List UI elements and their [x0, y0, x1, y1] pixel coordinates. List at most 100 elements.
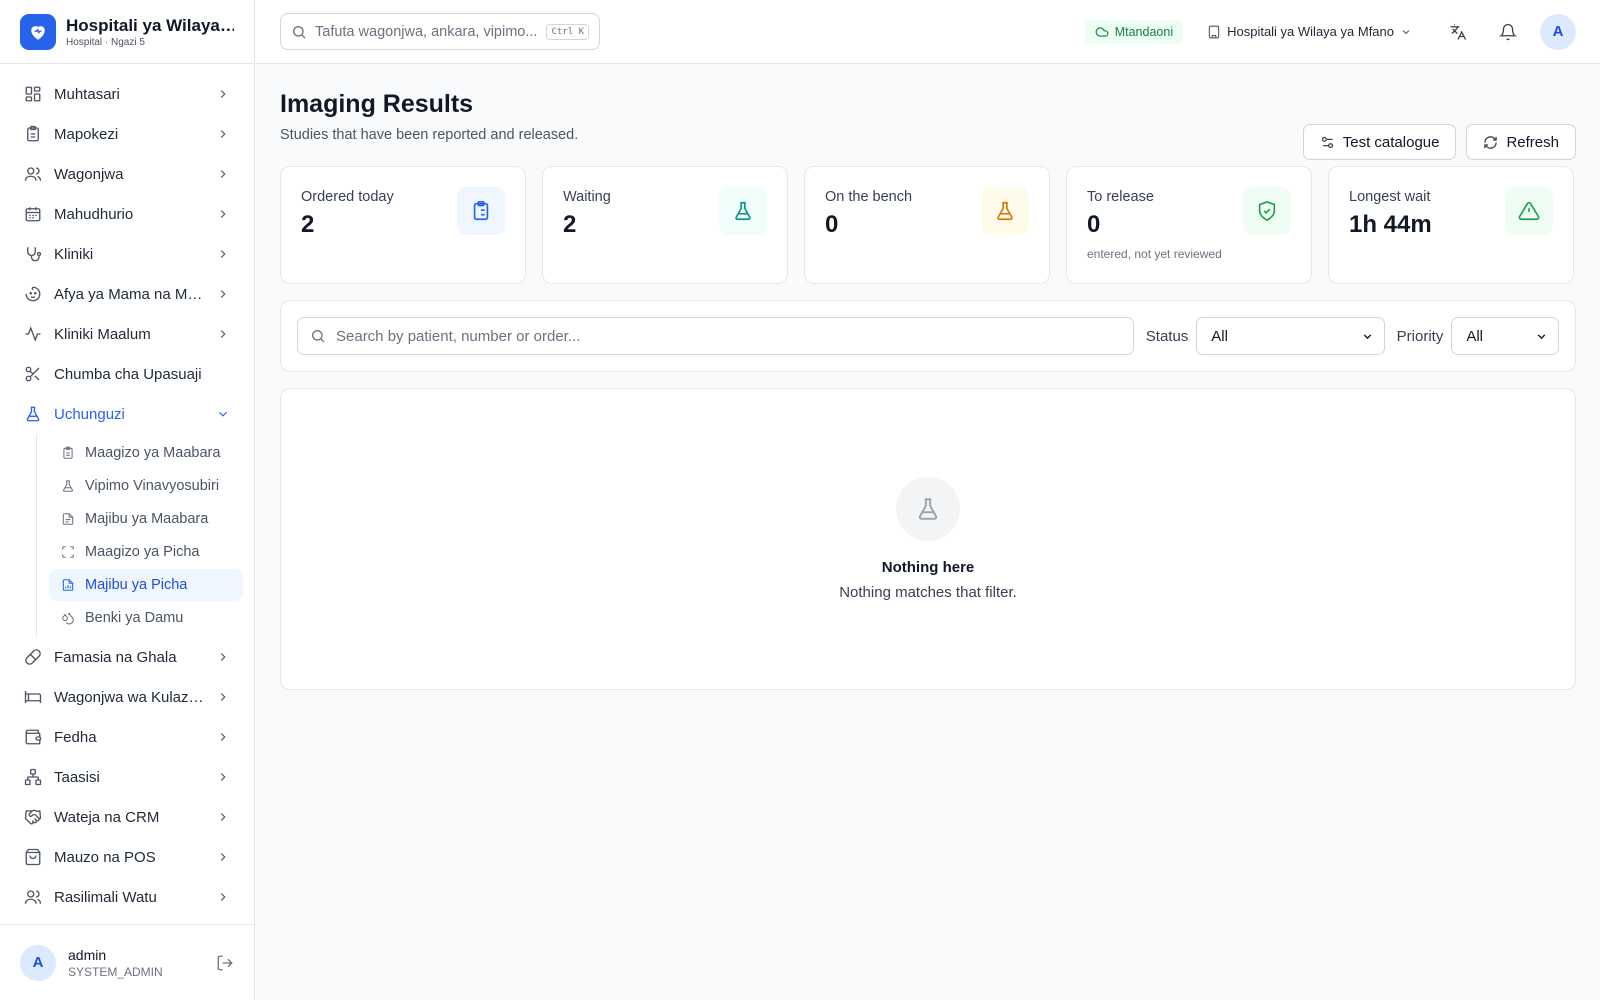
subnav-item-benki-ya-damu[interactable]: Benki ya Damu	[49, 602, 243, 634]
priority-filter-value: All	[1466, 327, 1483, 345]
sidebar-item-label: Wagonjwa wa Kulazwa	[54, 688, 204, 706]
file-icon	[62, 513, 74, 525]
priority-filter-select[interactable]: All	[1451, 317, 1559, 355]
online-status-label: Mtandaoni	[1114, 24, 1174, 39]
sidebar-item-mapokezi[interactable]: Mapokezi	[0, 114, 254, 154]
page-subtitle: Studies that have been reported and rele…	[280, 127, 579, 143]
subnav-item-label: Majibu ya Picha	[85, 577, 188, 593]
empty-state-message: Nothing matches that filter.	[839, 584, 1017, 601]
subnav-item-label: Maagizo ya Picha	[85, 544, 200, 560]
sidebar-item-label: Chumba cha Upasuaji	[54, 365, 202, 383]
subnav-item-label: Benki ya Damu	[85, 610, 184, 626]
results-search-input[interactable]	[336, 327, 1121, 345]
sidebar-item-label: Kliniki Maalum	[54, 325, 151, 343]
test-catalogue-label: Test catalogue	[1342, 133, 1440, 151]
sidebar-item-label: Uchunguzi	[54, 405, 125, 423]
empty-state-title: Nothing here	[881, 559, 975, 576]
bed-icon	[24, 691, 42, 703]
sidebar-item-afya-ya-mama[interactable]: Afya ya Mama na Mtoto	[0, 274, 254, 314]
sidebar-item-label: Kliniki	[54, 245, 94, 263]
users-icon	[24, 890, 42, 904]
sidebar-item-wagonjwa-wa-kulazwa[interactable]: Wagonjwa wa Kulazwa	[0, 677, 254, 717]
sidebar-item-label: Mauzo na POS	[54, 848, 156, 866]
refresh-label: Refresh	[1506, 133, 1559, 151]
search-shortcut: Ctrl K	[546, 23, 589, 40]
chevron-right-icon	[220, 853, 226, 861]
sidebar-item-mauzo-na-pos[interactable]: Mauzo na POS	[0, 837, 254, 877]
stat-card-on-the-bench: On the bench 0	[804, 166, 1050, 284]
users-icon	[24, 167, 42, 181]
sidebar-item-label: Mapokezi	[54, 125, 119, 143]
sidebar-item-uchunguzi[interactable]: Uchunguzi	[0, 394, 254, 434]
chevron-right-icon	[220, 210, 226, 218]
chevron-down-icon	[1402, 29, 1410, 34]
flask-icon	[719, 187, 767, 235]
subnav-item-majibu-ya-maabara[interactable]: Majibu ya Maabara	[49, 503, 243, 535]
sidebar-item-taasisi[interactable]: Taasisi	[0, 757, 254, 797]
network-icon	[24, 768, 42, 786]
chevron-right-icon	[220, 893, 226, 901]
stethoscope-icon	[27, 247, 42, 262]
user-profile: A admin SYSTEM_ADMIN	[0, 924, 254, 1000]
pill-icon	[25, 649, 41, 665]
stat-card-ordered-today: Ordered today 2	[280, 166, 526, 284]
uchunguzi-subnav: Maagizo ya Maabara Vipimo Vinavyosubiri …	[36, 434, 254, 637]
subnav-item-maagizo-ya-picha[interactable]: Maagizo ya Picha	[49, 536, 243, 568]
subnav-item-majibu-ya-picha[interactable]: Majibu ya Picha	[49, 569, 243, 601]
user-menu-avatar[interactable]: A	[1540, 13, 1576, 50]
facility-name: Hospitali ya Wilaya ya Mfano	[1227, 24, 1394, 39]
droplet-icon	[62, 612, 74, 625]
global-search[interactable]: Tafuta wagonjwa, ankara, vipimo... Ctrl …	[280, 13, 600, 50]
facility-selector[interactable]: Hospitali ya Wilaya ya Mfano	[1207, 24, 1412, 39]
stat-note: entered, not yet reviewed	[1087, 247, 1222, 261]
flask-icon	[896, 477, 960, 541]
stat-cards: Ordered today 2 Waiting 2 On the bench 0…	[280, 166, 1576, 284]
subnav-item-maagizo-ya-maabara[interactable]: Maagizo ya Maabara	[49, 437, 243, 469]
brand-title: Hospitali ya Wilaya ya Mfano	[66, 15, 234, 35]
page-header: Imaging Results Studies that have been r…	[280, 64, 1576, 164]
sidebar-item-famasia[interactable]: Famasia na Ghala	[0, 637, 254, 677]
subnav-item-label: Maagizo ya Maabara	[85, 445, 221, 461]
scissors-icon	[25, 366, 40, 382]
chevron-right-icon	[220, 170, 226, 178]
chevron-right-icon	[220, 90, 226, 98]
chevron-right-icon	[220, 330, 226, 338]
sidebar-item-wateja-na-crm[interactable]: Wateja na CRM	[0, 797, 254, 837]
heart-logo-icon	[20, 13, 56, 50]
sidebar-item-chumba-cha-upasuaji[interactable]: Chumba cha Upasuaji	[0, 354, 254, 394]
test-catalogue-button[interactable]: Test catalogue	[1302, 124, 1457, 160]
building-icon	[1208, 25, 1220, 38]
chevron-right-icon	[220, 693, 226, 701]
chevron-down-icon	[1363, 333, 1371, 339]
sidebar-item-kliniki[interactable]: Kliniki	[0, 234, 254, 274]
subnav-item-vipimo-vinavyosubiri[interactable]: Vipimo Vinavyosubiri	[49, 470, 243, 502]
sidebar-item-fedha[interactable]: Fedha	[0, 717, 254, 757]
brand-subtitle: Hospital · Ngazi 5	[66, 36, 145, 48]
sidebar-item-mahudhurio[interactable]: Mahudhurio	[0, 194, 254, 234]
notifications-button[interactable]	[1490, 14, 1526, 50]
main-content: Imaging Results Studies that have been r…	[280, 64, 1576, 690]
grid-icon	[25, 86, 41, 102]
sidebar-item-muhtasari[interactable]: Muhtasari	[0, 74, 254, 114]
status-filter-select[interactable]: All	[1196, 317, 1385, 355]
sidebar-item-rasilimali-watu[interactable]: Rasilimali Watu	[0, 877, 254, 917]
sidebar-item-wagonjwa[interactable]: Wagonjwa	[0, 154, 254, 194]
wallet-icon	[25, 729, 42, 745]
user-avatar[interactable]: A	[20, 944, 56, 981]
sidebar-item-label: Muhtasari	[54, 85, 120, 103]
sidebar-item-label: Taasisi	[54, 768, 100, 786]
user-role: SYSTEM_ADMIN	[68, 964, 163, 979]
sidebar-item-kliniki-maalum[interactable]: Kliniki Maalum	[0, 314, 254, 354]
chevron-down-icon	[1537, 333, 1546, 339]
chevron-right-icon	[220, 130, 226, 138]
language-button[interactable]	[1440, 14, 1476, 50]
subnav-item-label: Vipimo Vinavyosubiri	[85, 478, 220, 494]
topbar: Tafuta wagonjwa, ankara, vipimo... Ctrl …	[256, 0, 1600, 64]
flask-icon	[26, 406, 40, 422]
logout-icon[interactable]	[216, 954, 234, 972]
clipboard-icon	[27, 125, 39, 142]
file-chart-icon	[62, 579, 74, 591]
filter-bar: Status All Priority All	[280, 300, 1576, 372]
refresh-button[interactable]: Refresh	[1466, 124, 1576, 160]
chevron-right-icon	[220, 813, 226, 821]
